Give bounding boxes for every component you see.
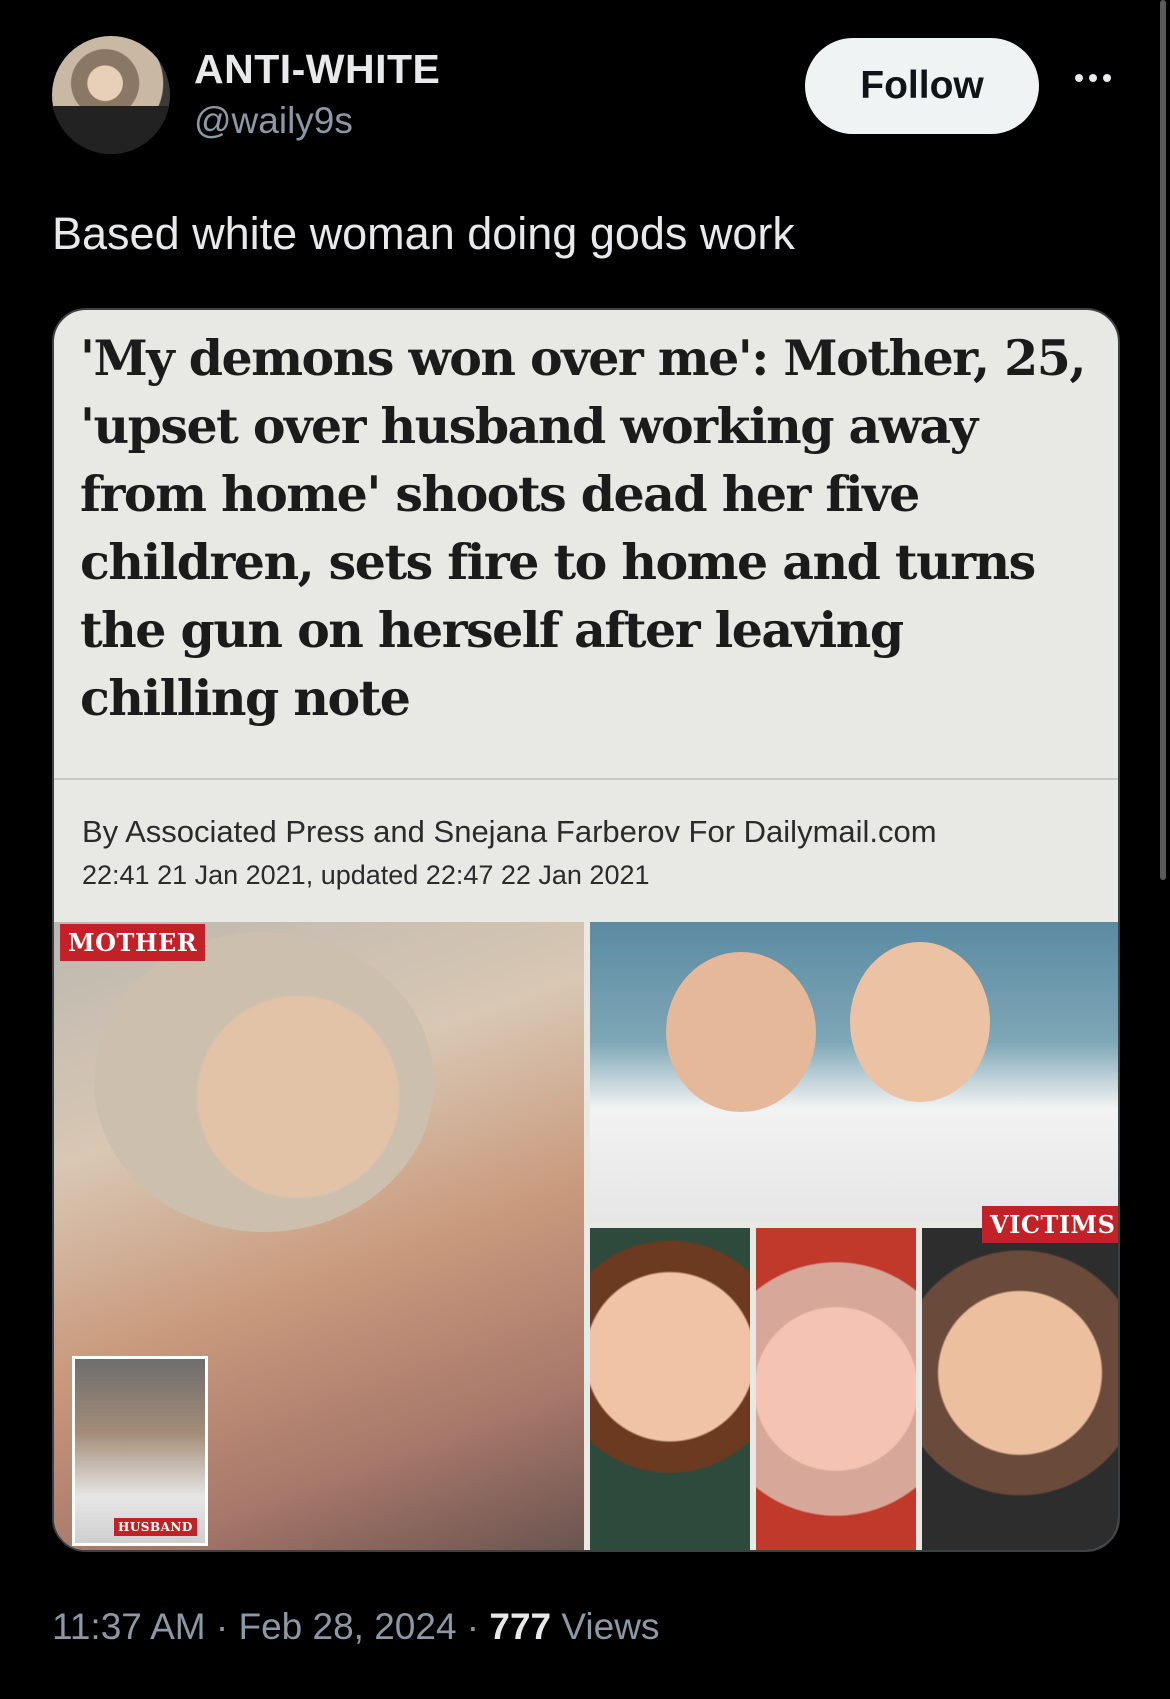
article-dateline: 22:41 21 Jan 2021, updated 22:47 22 Jan … [82,860,650,890]
husband-tag: HUSBAND [114,1518,197,1536]
article-byline: By Associated Press and Snejana Farberov… [82,814,937,849]
victims-photo-top [590,922,1118,1222]
tweet-header: ANTI-WHITE @waily9s Follow [52,36,1122,166]
victims-tag: VICTIMS [982,1206,1118,1243]
author-name[interactable]: ANTI-WHITE [194,46,440,93]
tweet-media-image[interactable]: 'My demons won over me': Mother, 25, 'up… [52,308,1120,1552]
victim-photo-2 [756,1228,916,1550]
avatar[interactable] [52,36,170,154]
article-divider [54,778,1118,780]
views-count: 777 [489,1606,552,1647]
victim-photo-1 [590,1228,750,1550]
views-label: Views [551,1606,660,1647]
article-headline: 'My demons won over me': Mother, 25, 'up… [80,329,1086,727]
author-handle[interactable]: @waily9s [194,100,353,142]
follow-button[interactable]: Follow [805,38,1039,134]
victim-photo-3 [922,1228,1118,1550]
more-options-icon[interactable] [1068,68,1118,88]
tweet-timestamp[interactable]: 11:37 AM · Feb 28, 2024 · [52,1606,489,1647]
scrollbar[interactable] [1160,0,1166,880]
mother-tag: MOTHER [60,924,206,961]
tweet-text: Based white woman doing gods work [52,208,795,259]
tweet-meta: 11:37 AM · Feb 28, 2024 · 777 Views [52,1606,659,1648]
